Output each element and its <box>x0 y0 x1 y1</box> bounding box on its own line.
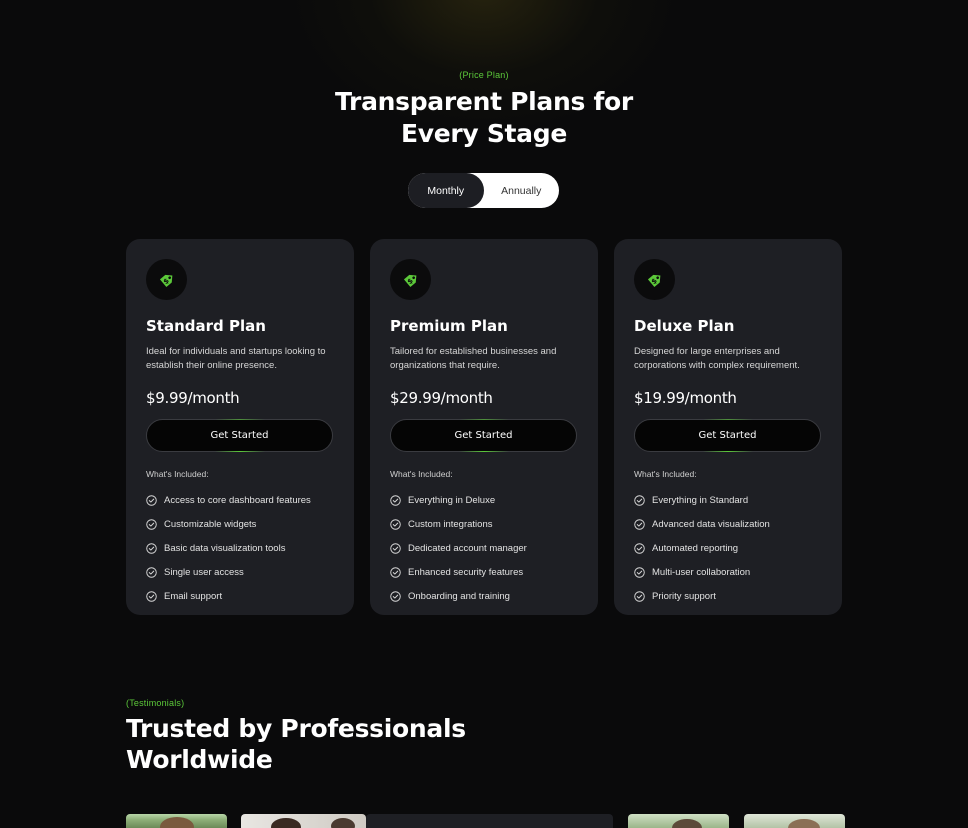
feature-label: Access to core dashboard features <box>164 495 311 507</box>
feature-label: Custom integrations <box>408 519 493 531</box>
check-circle-icon <box>146 543 164 554</box>
feature-label: Basic data visualization tools <box>164 542 286 554</box>
feature-item: Access to core dashboard features <box>146 489 334 513</box>
plan-name: Deluxe Plan <box>634 317 735 335</box>
included-label: What's Included: <box>634 469 697 479</box>
feature-label: Single user access <box>164 566 244 578</box>
feature-item: Custom integrations <box>390 513 578 537</box>
price-tag-icon: $ <box>634 259 675 300</box>
toggle-annually[interactable]: Annually <box>484 173 560 208</box>
price-tag-icon: $ <box>146 259 187 300</box>
check-circle-icon <box>146 495 164 507</box>
feature-item: Dedicated account manager <box>390 537 578 561</box>
check-circle-icon <box>146 567 164 578</box>
feature-label: Dedicated account manager <box>408 542 527 554</box>
feature-list: Everything in Standard Advanced data visu… <box>634 489 822 608</box>
check-circle-icon <box>390 543 408 554</box>
check-circle-icon <box>390 519 408 530</box>
testimonials-section: (Testimonials) Trusted by Professionals … <box>126 698 466 775</box>
feature-item: Basic data visualization tools <box>146 537 334 561</box>
get-started-button[interactable]: Get Started <box>146 419 333 452</box>
check-circle-icon <box>390 495 408 507</box>
feature-label: Advanced data visualization <box>652 519 770 531</box>
feature-item: Priority support <box>634 584 822 608</box>
plan-name: Standard Plan <box>146 317 266 335</box>
check-circle-icon <box>146 519 164 530</box>
plan-card: $ Standard Plan Ideal for individuals and … <box>126 239 354 615</box>
pricing-title-line2: Every Stage <box>400 119 568 148</box>
check-circle-icon <box>634 519 652 530</box>
included-label: What's Included: <box>390 469 453 479</box>
plan-name: Premium Plan <box>390 317 508 335</box>
plan-card: $ Deluxe Plan Designed for large enterpris… <box>614 239 842 615</box>
plan-price: $9.99/month <box>146 389 240 407</box>
check-circle-icon <box>634 590 652 602</box>
plan-description: Designed for large enterprises and corpo… <box>634 346 800 371</box>
pricing-header: (Price Plan) Transparent Plans for Every… <box>0 70 968 150</box>
feature-item: Customizable widgets <box>146 513 334 537</box>
feature-label: Email support <box>164 590 223 602</box>
feature-item: Automated reporting <box>634 537 822 561</box>
testimonial-photo <box>744 814 845 828</box>
feature-item: Everything in Deluxe <box>390 489 578 513</box>
plan-price: $19.99/month <box>634 389 737 407</box>
testimonials-eyebrow: (Testimonials) <box>126 698 185 708</box>
feature-label: Automated reporting <box>652 542 739 554</box>
plan-cards: $ Standard Plan Ideal for individuals and … <box>126 239 842 615</box>
toggle-monthly[interactable]: Monthly <box>408 173 484 208</box>
get-started-button[interactable]: Get Started <box>390 419 577 452</box>
feature-label: Enhanced security features <box>408 566 524 578</box>
included-label: What's Included: <box>146 469 209 479</box>
plan-description: Tailored for established businesses and … <box>390 346 557 371</box>
plan-description: Ideal for individuals and startups looki… <box>146 346 326 371</box>
testimonials-title-line2: Worldwide <box>126 745 273 774</box>
feature-label: Multi-user collaboration <box>652 566 751 578</box>
testimonial-photo <box>628 814 729 828</box>
check-circle-icon <box>146 590 164 602</box>
feature-list: Everything in Deluxe Custom integrations D… <box>390 489 578 608</box>
feature-item: Enhanced security features <box>390 560 578 584</box>
feature-label: Onboarding and training <box>408 590 510 602</box>
pricing-title-line1: Transparent Plans for <box>335 87 633 116</box>
pricing-eyebrow: (Price Plan) <box>459 70 509 80</box>
check-circle-icon <box>390 590 408 602</box>
feature-item: Onboarding and training <box>390 584 578 608</box>
feature-item: Email support <box>146 584 334 608</box>
check-circle-icon <box>634 495 652 507</box>
pricing-title: Transparent Plans for Every Stage <box>0 86 968 150</box>
feature-list: Access to core dashboard features Customi… <box>146 489 334 608</box>
testimonial-card <box>366 814 613 828</box>
feature-item: Everything in Standard <box>634 489 822 513</box>
feature-label: Priority support <box>652 590 716 602</box>
feature-item: Single user access <box>146 560 334 584</box>
feature-item: Multi-user collaboration <box>634 560 822 584</box>
price-tag-icon: $ <box>390 259 431 300</box>
testimonial-photo <box>126 814 227 828</box>
get-started-button[interactable]: Get Started <box>634 419 821 452</box>
plan-card: $ Premium Plan Tailored for established bu… <box>370 239 598 615</box>
billing-toggle[interactable]: Monthly Annually <box>408 173 559 208</box>
check-circle-icon <box>634 567 652 578</box>
check-circle-icon <box>634 543 652 554</box>
check-circle-icon <box>390 567 408 578</box>
plan-price: $29.99/month <box>390 389 493 407</box>
feature-label: Customizable widgets <box>164 519 257 531</box>
testimonial-images <box>0 814 968 828</box>
testimonial-photo <box>241 814 366 828</box>
feature-item: Advanced data visualization <box>634 513 822 537</box>
feature-label: Everything in Deluxe <box>408 495 496 507</box>
testimonials-title: Trusted by Professionals Worldwide <box>126 713 466 775</box>
testimonials-title-line1: Trusted by Professionals <box>126 714 466 743</box>
feature-label: Everything in Standard <box>652 495 749 507</box>
